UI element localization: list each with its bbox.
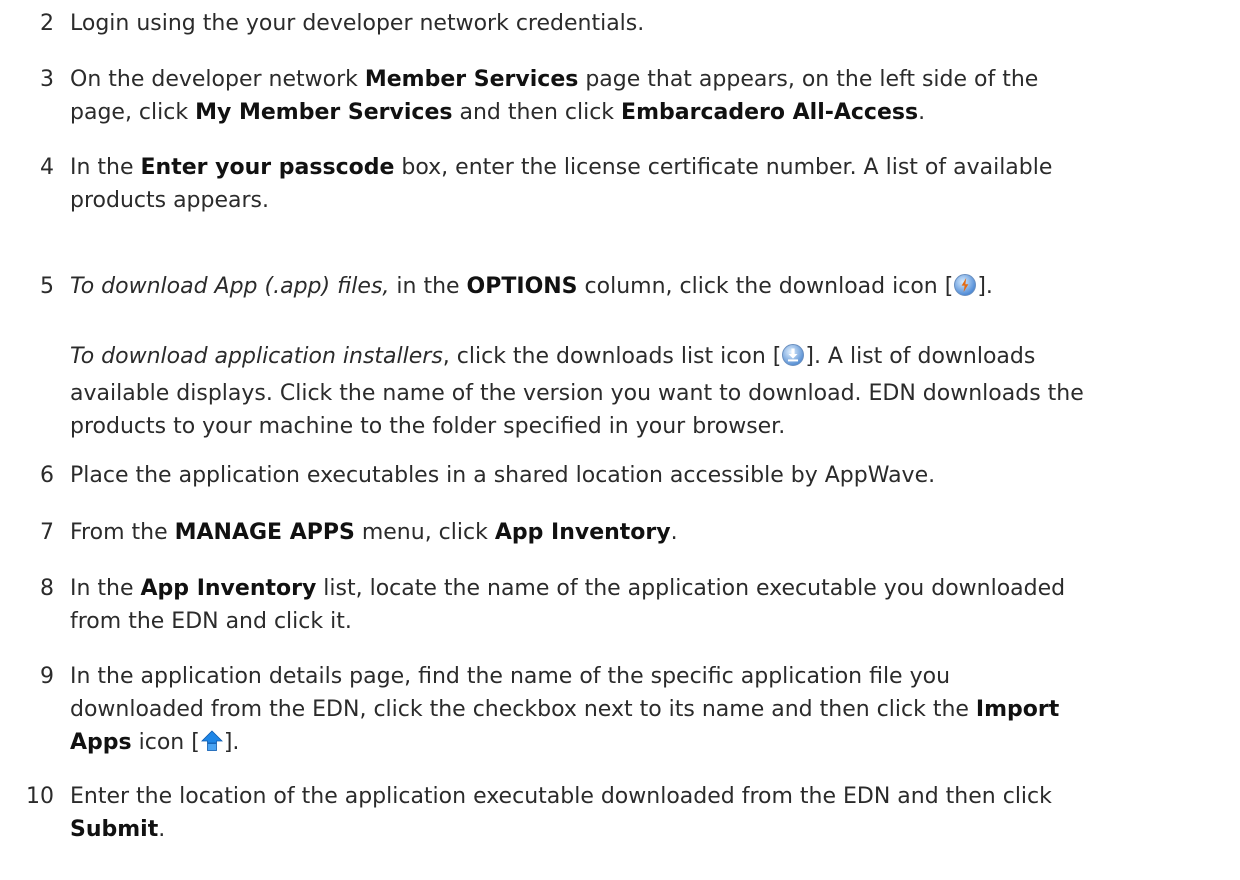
- step-text: Place the application executables in a s…: [70, 459, 1240, 492]
- step-line: from the EDN and click it.: [70, 605, 1240, 638]
- step-text: Enter the location of the application ex…: [70, 780, 1240, 846]
- bold-term: App Inventory: [494, 520, 671, 545]
- step-line: From the MANAGE APPS menu, click App Inv…: [70, 516, 1240, 549]
- step-line: Login using the your developer network c…: [70, 7, 1240, 40]
- step-line: Enter the location of the application ex…: [70, 780, 1240, 813]
- step-line: On the developer network Member Services…: [70, 63, 1240, 96]
- import-apps-icon: [200, 729, 224, 763]
- bold-term: Embarcadero All-Access: [621, 100, 919, 125]
- text-run: products to your machine to the folder s…: [70, 414, 786, 439]
- text-run: page that appears, on the left side of t…: [578, 67, 1039, 92]
- downloads-list-icon: [781, 343, 805, 377]
- italic-text: To download App (.app) files,: [70, 274, 390, 299]
- step-number: 2: [40, 11, 54, 36]
- bold-term: OPTIONS: [466, 274, 578, 299]
- bold-term: Submit: [70, 817, 159, 842]
- italic-text: To download application installers: [70, 344, 443, 369]
- step-line: In the Enter your passcode box, enter th…: [70, 151, 1240, 184]
- text-run: page, click: [70, 100, 196, 125]
- text-run: ].: [223, 730, 240, 755]
- step-line: products appears.: [70, 184, 1240, 217]
- step-line: Apps icon [].: [70, 726, 1240, 763]
- step-line: Submit.: [70, 813, 1240, 846]
- text-run: column, click the download icon [: [577, 274, 954, 299]
- step-number: 8: [40, 576, 54, 601]
- step-number: 6: [40, 463, 54, 488]
- step-line: In the App Inventory list, locate the na…: [70, 572, 1240, 605]
- step-text: In the application details page, find th…: [70, 660, 1240, 763]
- text-run: downloaded from the EDN, click the check…: [70, 697, 976, 722]
- text-run: Enter the location of the application ex…: [70, 784, 1052, 809]
- step-text: From the MANAGE APPS menu, click App Inv…: [70, 516, 1240, 549]
- text-run: .: [158, 817, 166, 842]
- text-run: icon [: [131, 730, 200, 755]
- text-run: On the developer network: [70, 67, 365, 92]
- bold-term: App Inventory: [140, 576, 317, 601]
- step-line: To download App (.app) files, in the OPT…: [70, 270, 1240, 307]
- step-text: Login using the your developer network c…: [70, 7, 1240, 40]
- instructions-page: 2 Login using the your developer network…: [0, 0, 1240, 880]
- text-run: products appears.: [70, 188, 269, 213]
- step-number: 7: [40, 520, 54, 545]
- text-run: Place the application executables in a s…: [70, 463, 936, 488]
- text-run: box, enter the license certificate numbe…: [394, 155, 1053, 180]
- step-text: To download application installers, clic…: [70, 340, 1240, 443]
- bold-term: MANAGE APPS: [174, 520, 355, 545]
- text-run: Login using the your developer network c…: [70, 11, 645, 36]
- text-run: In the application details page, find th…: [70, 664, 951, 689]
- text-run: ]. A list of downloads: [805, 344, 1036, 369]
- step-line: In the application details page, find th…: [70, 660, 1240, 693]
- step-line: downloaded from the EDN, click the check…: [70, 693, 1240, 726]
- step-number: 3: [40, 67, 54, 92]
- step-line: products to your machine to the folder s…: [70, 410, 1240, 443]
- bold-term: Apps: [70, 730, 132, 755]
- step-number: 10: [26, 784, 54, 809]
- bold-term: My Member Services: [195, 100, 453, 125]
- step-text: In the Enter your passcode box, enter th…: [70, 151, 1240, 217]
- text-run: From the: [70, 520, 175, 545]
- text-run: , click the downloads list icon [: [442, 344, 782, 369]
- step-line: page, click My Member Services and then …: [70, 96, 1240, 129]
- bold-term: Enter your passcode: [140, 155, 395, 180]
- step-text: To download App (.app) files, in the OPT…: [70, 270, 1240, 307]
- bold-term: Import: [975, 697, 1060, 722]
- text-run: and then click: [452, 100, 622, 125]
- text-run: ].: [977, 274, 993, 299]
- step-number: 9: [40, 664, 54, 689]
- step-text: In the App Inventory list, locate the na…: [70, 572, 1240, 638]
- text-run: list, locate the name of the application…: [316, 576, 1066, 601]
- text-run: available displays. Click the name of th…: [70, 381, 1084, 406]
- text-run: in the: [389, 274, 467, 299]
- bold-term: Member Services: [364, 67, 579, 92]
- step-number: 5: [40, 274, 54, 299]
- text-run: .: [670, 520, 678, 545]
- step-line: Place the application executables in a s…: [70, 459, 1240, 492]
- text-run: .: [918, 100, 926, 125]
- step-text: On the developer network Member Services…: [70, 63, 1240, 129]
- text-run: In the: [70, 576, 141, 601]
- step-line: To download application installers, clic…: [70, 340, 1240, 377]
- text-run: from the EDN and click it.: [70, 609, 352, 634]
- step-number: 4: [40, 155, 54, 180]
- step-line: available displays. Click the name of th…: [70, 377, 1240, 410]
- text-run: In the: [70, 155, 141, 180]
- download-icon: [953, 273, 977, 307]
- text-run: menu, click: [354, 520, 495, 545]
